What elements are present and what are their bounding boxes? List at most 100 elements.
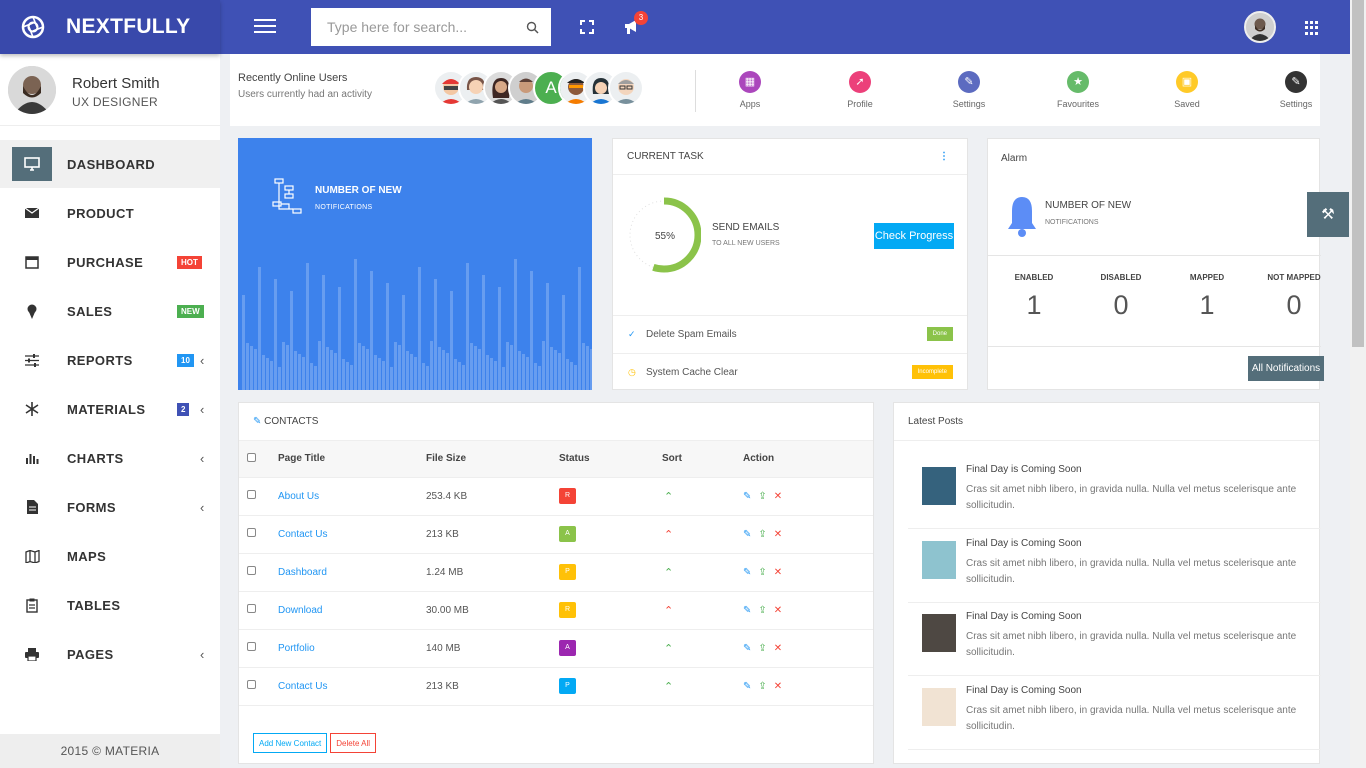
asterisk-icon [24,401,40,417]
row-checkbox[interactable] [247,680,256,689]
task-row[interactable]: ◷ System Cache Clear Incomplete [613,353,967,391]
page-title-link[interactable]: About Us [278,491,319,502]
column-header[interactable]: Sort [662,441,743,478]
edit-icon[interactable]: ✎ [743,491,751,502]
share-icon[interactable]: ⇪ [758,529,766,540]
delete-icon[interactable]: ✕ [774,681,782,692]
delete-icon[interactable]: ✕ [774,643,782,654]
column-header[interactable]: Page Title [278,441,426,478]
post-description: Cras sit amet nibh libero, in gravida nu… [966,484,1297,511]
delete-icon[interactable]: ✕ [774,567,782,578]
page-title-link[interactable]: Contact Us [278,529,327,540]
edit-icon[interactable]: ✎ [743,681,751,692]
share-icon[interactable]: ⇪ [758,567,766,578]
file-size: 253.4 KB [426,477,559,516]
share-icon[interactable]: ⇪ [758,643,766,654]
page-title-link[interactable]: Portfolio [278,643,315,654]
stat-label: DISABLED [1100,273,1142,282]
sidebar-item-pages[interactable]: PAGES ‹ [0,630,220,678]
sidebar-item-materials[interactable]: MATERIALS 2 ‹ [0,385,220,433]
sidebar-item-purchase[interactable]: PURCHASE HOT [0,238,220,286]
column-header[interactable]: Action [743,441,873,478]
page-title-link[interactable]: Dashboard [278,567,327,578]
delete-icon[interactable]: ✕ [774,491,782,502]
divider [988,255,1321,256]
count-badge: 10 [177,353,194,367]
table-row: Download 30.00 MB R ⌃ ✎ ⇪ ✕ [239,591,873,630]
page-title-link[interactable]: Download [278,605,322,616]
row-checkbox[interactable] [247,642,256,651]
sidebar-item-forms[interactable]: FORMS ‹ [0,483,220,531]
post-item[interactable]: Final Day is Coming Soon Cras sit amet ni… [908,676,1321,750]
row-checkbox[interactable] [247,604,256,613]
avatar[interactable] [608,70,644,106]
top-avatar[interactable] [1244,11,1276,43]
sidebar-item-maps[interactable]: MAPS [0,532,220,580]
sidebar-item-tables[interactable]: TABLES [0,581,220,629]
brand[interactable]: NEXTFULLY [0,0,220,54]
row-checkbox[interactable] [247,566,256,575]
scrollbar-thumb[interactable] [1352,0,1364,347]
delete-icon[interactable]: ✕ [774,529,782,540]
sidebar-item-dashboard[interactable]: DASHBOARD [0,140,220,188]
post-item[interactable]: Final Day is Coming Soon Cras sit amet ni… [908,602,1321,676]
sidebar-item-reports[interactable]: REPORTS 10 ‹ [0,336,220,384]
delete-icon[interactable]: ✕ [774,605,782,616]
arrow-down-icon[interactable]: ⌃ [664,604,673,617]
column-header[interactable]: File Size [426,441,559,478]
fullscreen-icon[interactable] [580,20,594,34]
quick-action-settings-2[interactable]: ✎ Settings [1261,71,1331,109]
page-scrollbar[interactable] [1350,0,1366,768]
sidebar-item-charts[interactable]: CHARTS ‹ [0,434,220,482]
quick-action-label: Favourites [1056,99,1100,109]
quick-action-profile[interactable]: ➚ Profile [825,71,895,109]
user-role: UX DESIGNER [72,95,158,109]
arrow-down-icon[interactable]: ⌃ [664,528,673,541]
check-progress-button[interactable]: Check Progress [874,223,954,249]
quick-action-apps[interactable]: ▦ Apps [715,71,785,109]
share-icon[interactable]: ⇪ [758,681,766,692]
clock-icon: ◷ [628,367,636,377]
edit-icon[interactable]: ✎ [743,567,751,578]
file-size: 1.24 MB [426,553,559,592]
quick-action-settings[interactable]: ✎ Settings [934,71,1004,109]
delete-all-button[interactable]: Delete All [330,733,377,753]
file-size: 213 KB [426,515,559,554]
post-item[interactable]: Final Day is Coming Soon Cras sit amet ni… [908,529,1321,603]
share-icon[interactable]: ⇪ [758,491,766,502]
ice-cream-icon [24,303,40,319]
arrow-up-icon[interactable]: ⌃ [664,491,673,503]
row-checkbox[interactable] [247,490,256,499]
search-input[interactable] [327,19,526,35]
sidebar-item-product[interactable]: PRODUCT [0,189,220,237]
share-icon[interactable]: ⇪ [758,605,766,616]
edit-icon[interactable]: ✎ [743,605,751,616]
arrow-up-icon[interactable]: ⌃ [664,681,673,693]
column-header[interactable]: Status [559,441,662,478]
arrow-up-icon[interactable]: ⌃ [664,643,673,655]
user-profile[interactable]: Robert Smith UX DESIGNER [0,54,220,126]
all-notifications-button[interactable]: All Notifications [1248,356,1324,381]
menu-toggle-icon[interactable] [254,19,276,35]
select-all-checkbox[interactable] [247,452,256,462]
post-item[interactable]: Final Day is Coming Soon Cras sit amet ni… [908,455,1321,529]
task-row[interactable]: ✓ Delete Spam Emails Done [613,315,967,353]
calendar-icon [24,254,40,270]
page-title-link[interactable]: Contact Us [278,681,327,692]
notifications-card-subtitle: NOTIFICATIONS [315,204,373,211]
quick-action-favourites[interactable]: ★ Favourites [1043,71,1113,109]
tools-icon[interactable]: ⚒ [1307,192,1349,237]
status-badge: A [559,640,576,656]
row-checkbox[interactable] [247,528,256,537]
add-contact-button[interactable]: Add New Contact [253,733,328,753]
arrow-up-icon[interactable]: ⌃ [664,567,673,579]
more-vertical-icon[interactable]: ⋮ [939,139,949,175]
edit-icon[interactable]: ✎ [743,643,751,654]
brand-name: NEXTFULLY [66,15,191,38]
mail-icon [24,205,40,221]
search-icon[interactable] [526,21,539,34]
sidebar-item-sales[interactable]: SALES NEW [0,287,220,335]
edit-icon[interactable]: ✎ [743,529,751,540]
apps-grid-icon[interactable] [1305,21,1319,35]
quick-action-saved[interactable]: ▣ Saved [1152,71,1222,109]
